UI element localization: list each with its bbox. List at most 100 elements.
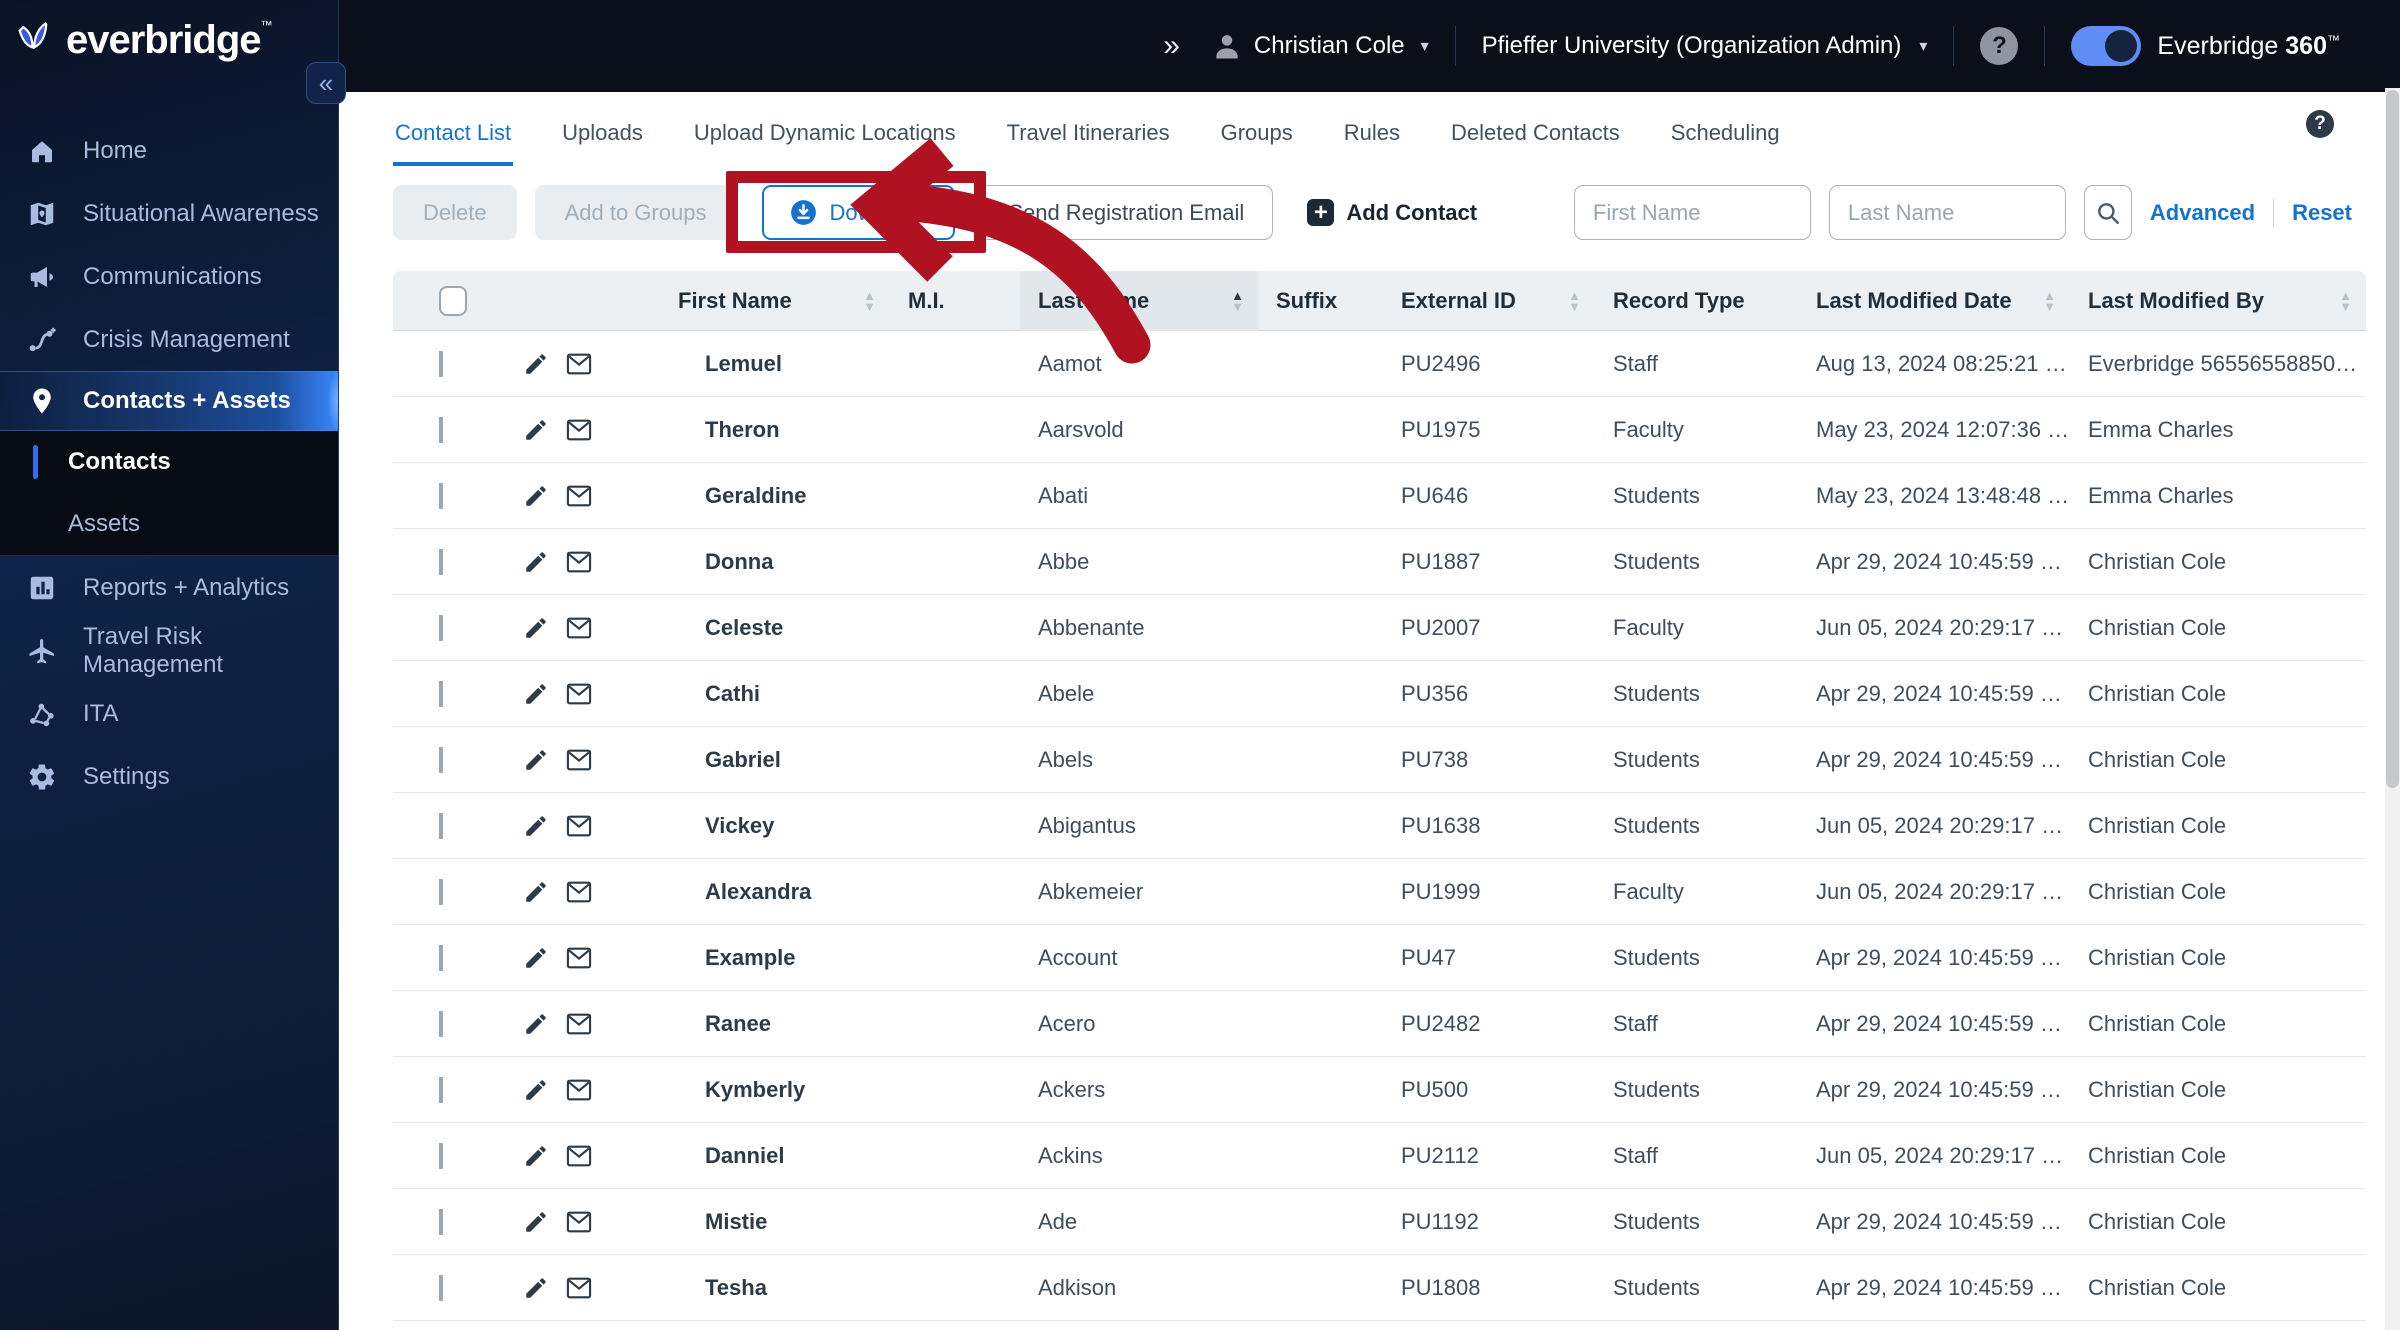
last-name-search-input[interactable] bbox=[1828, 185, 2066, 240]
tab-contact-list[interactable]: Contact List bbox=[393, 106, 514, 166]
sidebar-item-contacts-assets[interactable]: Contacts + Assets bbox=[0, 371, 338, 431]
sort-icons[interactable]: ▲ ▼ bbox=[863, 289, 876, 313]
row-checkbox[interactable] bbox=[439, 1274, 443, 1301]
sidebar-item-communications[interactable]: Communications bbox=[0, 245, 338, 308]
email-envelope-icon[interactable] bbox=[565, 483, 593, 509]
table-row[interactable]: Lemuel Aamot PU2496 Staff Aug 13, 2024 0… bbox=[393, 331, 2366, 397]
add-to-groups-button[interactable]: Add to Groups bbox=[534, 185, 737, 240]
edit-pencil-icon[interactable] bbox=[523, 417, 549, 443]
row-checkbox[interactable] bbox=[439, 746, 443, 773]
row-checkbox[interactable] bbox=[439, 350, 443, 377]
table-row[interactable]: Donna Abbe PU1887 Students Apr 29, 2024 … bbox=[393, 529, 2366, 595]
email-envelope-icon[interactable] bbox=[565, 681, 593, 707]
edit-pencil-icon[interactable] bbox=[523, 549, 549, 575]
table-row[interactable]: Vickey Abigantus PU1638 Students Jun 05,… bbox=[393, 793, 2366, 859]
row-checkbox[interactable] bbox=[439, 1208, 443, 1235]
table-row[interactable]: Kymberly Ackers PU500 Students Apr 29, 2… bbox=[393, 1057, 2366, 1123]
sort-icons[interactable]: ▲ ▼ bbox=[2339, 289, 2352, 313]
tab-uploads[interactable]: Uploads bbox=[560, 106, 645, 166]
advanced-search-link[interactable]: Advanced bbox=[2150, 200, 2255, 226]
scrollbar-thumb[interactable] bbox=[2386, 90, 2399, 788]
edit-pencil-icon[interactable] bbox=[523, 681, 549, 707]
tab-scheduling[interactable]: Scheduling bbox=[1669, 106, 1782, 166]
edit-pencil-icon[interactable] bbox=[523, 813, 549, 839]
column-header-external-id[interactable]: External ID ▲ ▼ bbox=[1383, 271, 1595, 331]
sidebar-item-contacts[interactable]: Contacts bbox=[0, 431, 338, 493]
table-row[interactable]: Gabriel Abels PU738 Students Apr 29, 202… bbox=[393, 727, 2366, 793]
email-envelope-icon[interactable] bbox=[565, 351, 593, 377]
everbridge-360-toggle[interactable] bbox=[2071, 26, 2142, 66]
search-button[interactable] bbox=[2083, 185, 2132, 240]
select-all-checkbox[interactable] bbox=[439, 286, 467, 316]
column-header-last-name[interactable]: Last Name ▲ ▼ bbox=[1020, 271, 1258, 331]
edit-pencil-icon[interactable] bbox=[523, 747, 549, 773]
tab-groups[interactable]: Groups bbox=[1219, 106, 1295, 166]
vertical-scrollbar[interactable] bbox=[2385, 88, 2400, 1330]
email-envelope-icon[interactable] bbox=[565, 1275, 593, 1301]
column-header-last-modified-date[interactable]: Last Modified Date ▲ ▼ bbox=[1798, 271, 2070, 331]
column-header-last-modified-by[interactable]: Last Modified By ▲ ▼ bbox=[2070, 271, 2366, 331]
edit-pencil-icon[interactable] bbox=[523, 615, 549, 641]
sidebar-item-home[interactable]: Home bbox=[0, 119, 338, 182]
table-row[interactable]: Geraldine Abati PU646 Students May 23, 2… bbox=[393, 463, 2366, 529]
first-name-search-input[interactable] bbox=[1573, 185, 1811, 240]
sidebar-item-situational-awareness[interactable]: Situational Awareness bbox=[0, 182, 338, 245]
sidebar-item-crisis-management[interactable]: Crisis Management bbox=[0, 308, 338, 371]
email-envelope-icon[interactable] bbox=[565, 417, 593, 443]
row-checkbox[interactable] bbox=[439, 812, 443, 839]
sort-icons[interactable]: ▲ ▼ bbox=[2043, 289, 2056, 313]
help-icon[interactable]: ? bbox=[2306, 110, 2334, 138]
edit-pencil-icon[interactable] bbox=[523, 483, 549, 509]
email-envelope-icon[interactable] bbox=[565, 615, 593, 641]
row-checkbox[interactable] bbox=[439, 1010, 443, 1037]
edit-pencil-icon[interactable] bbox=[523, 1209, 549, 1235]
row-checkbox[interactable] bbox=[439, 482, 443, 509]
email-envelope-icon[interactable] bbox=[565, 879, 593, 905]
edit-pencil-icon[interactable] bbox=[523, 1275, 549, 1301]
edit-pencil-icon[interactable] bbox=[523, 1143, 549, 1169]
email-envelope-icon[interactable] bbox=[565, 1011, 593, 1037]
sidebar-item-travel-risk[interactable]: Travel Risk Management bbox=[0, 619, 338, 682]
email-envelope-icon[interactable] bbox=[565, 945, 593, 971]
tab-deleted-contacts[interactable]: Deleted Contacts bbox=[1449, 106, 1622, 166]
row-checkbox[interactable] bbox=[439, 878, 443, 905]
sidebar-collapse-button[interactable]: « bbox=[306, 62, 346, 104]
add-contact-button[interactable]: + Add Contact bbox=[1299, 185, 1485, 240]
email-envelope-icon[interactable] bbox=[565, 1143, 593, 1169]
tab-rules[interactable]: Rules bbox=[1342, 106, 1402, 166]
reset-link[interactable]: Reset bbox=[2292, 200, 2352, 226]
tab-upload-dynamic-locations[interactable]: Upload Dynamic Locations bbox=[692, 106, 958, 166]
help-icon[interactable]: ? bbox=[1980, 27, 2019, 65]
email-envelope-icon[interactable] bbox=[565, 813, 593, 839]
table-row[interactable]: Tesha Adkison PU1808 Students Apr 29, 20… bbox=[393, 1255, 2366, 1321]
sort-icons[interactable]: ▲ ▼ bbox=[1231, 289, 1244, 313]
table-row[interactable]: Ranee Acero PU2482 Staff Apr 29, 2024 10… bbox=[393, 991, 2366, 1057]
expand-panel-icon[interactable]: » bbox=[1163, 29, 1180, 63]
email-envelope-icon[interactable] bbox=[565, 1077, 593, 1103]
sidebar-item-assets[interactable]: Assets bbox=[0, 493, 338, 555]
edit-pencil-icon[interactable] bbox=[523, 945, 549, 971]
organization-menu[interactable]: Pfieffer University (Organization Admin)… bbox=[1482, 32, 1928, 60]
row-checkbox[interactable] bbox=[439, 1076, 443, 1103]
edit-pencil-icon[interactable] bbox=[523, 1011, 549, 1037]
row-checkbox[interactable] bbox=[439, 548, 443, 575]
email-envelope-icon[interactable] bbox=[565, 747, 593, 773]
edit-pencil-icon[interactable] bbox=[523, 879, 549, 905]
user-menu[interactable]: Christian Cole ▾ bbox=[1212, 31, 1429, 61]
edit-pencil-icon[interactable] bbox=[523, 351, 549, 377]
row-checkbox[interactable] bbox=[439, 944, 443, 971]
table-row[interactable]: Mistie Ade PU1192 Students Apr 29, 2024 … bbox=[393, 1189, 2366, 1255]
download-button[interactable]: Download bbox=[762, 185, 956, 240]
table-row[interactable]: Example Account PU47 Students Apr 29, 20… bbox=[393, 925, 2366, 991]
column-header-first-name[interactable]: First Name ▲ ▼ bbox=[660, 271, 890, 331]
email-envelope-icon[interactable] bbox=[565, 549, 593, 575]
sidebar-item-reports-analytics[interactable]: Reports + Analytics bbox=[0, 556, 338, 619]
row-checkbox[interactable] bbox=[439, 1142, 443, 1169]
sidebar-item-settings[interactable]: Settings bbox=[0, 745, 338, 808]
table-row[interactable]: Theron Aarsvold PU1975 Faculty May 23, 2… bbox=[393, 397, 2366, 463]
table-row[interactable]: Cathi Abele PU356 Students Apr 29, 2024 … bbox=[393, 661, 2366, 727]
table-row[interactable]: Celeste Abbenante PU2007 Faculty Jun 05,… bbox=[393, 595, 2366, 661]
sidebar-item-ita[interactable]: ITA bbox=[0, 682, 338, 745]
edit-pencil-icon[interactable] bbox=[523, 1077, 549, 1103]
delete-button[interactable]: Delete bbox=[393, 185, 517, 240]
